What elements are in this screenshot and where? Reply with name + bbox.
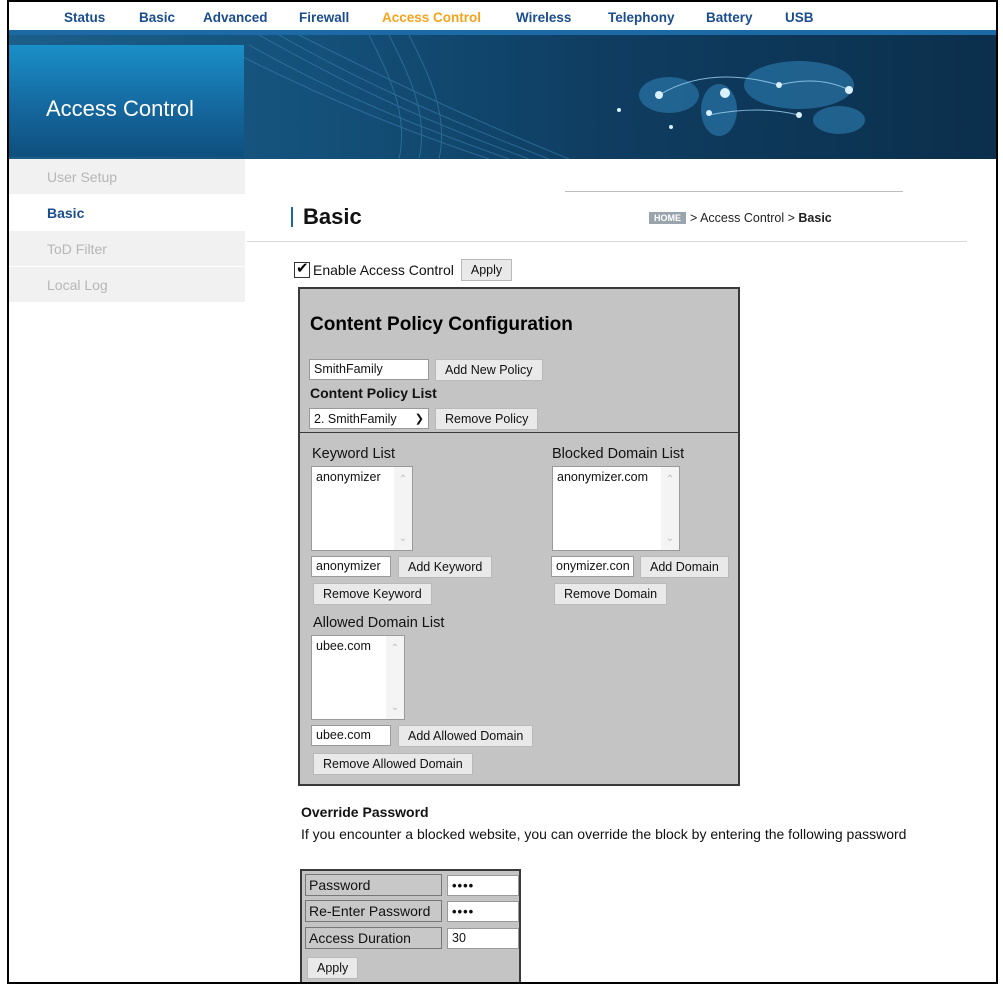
blocked-domain-input[interactable]: onymizer.con: [551, 556, 634, 577]
password-label: Password: [305, 874, 442, 896]
keyword-input[interactable]: anonymizer: [311, 556, 391, 577]
chevron-up-icon[interactable]: ⌃: [665, 475, 675, 485]
nav-basic[interactable]: Basic: [139, 10, 175, 25]
sidebar-item-user-setup[interactable]: User Setup: [9, 159, 245, 195]
sidebar: User Setup Basic ToD Filter Local Log: [9, 159, 245, 303]
allowed-domain-input[interactable]: ubee.com: [311, 725, 391, 746]
nav-wireless[interactable]: Wireless: [516, 10, 571, 25]
reenter-password-input[interactable]: ••••: [447, 901, 519, 922]
enable-access-control-checkbox[interactable]: [294, 259, 310, 278]
allowed-domain-list-label: Allowed Domain List: [313, 615, 445, 631]
home-icon[interactable]: HOME: [649, 212, 686, 224]
sidebar-item-basic[interactable]: Basic: [9, 195, 245, 231]
banner-title-box: Access Control: [9, 45, 244, 157]
remove-policy-button[interactable]: Remove Policy: [435, 408, 539, 430]
sidebar-item-local-log[interactable]: Local Log: [9, 267, 245, 303]
chevron-down-icon[interactable]: ⌄: [390, 703, 400, 713]
top-navigation: Status Basic Advanced Firewall Access Co…: [9, 2, 996, 35]
content-policy-select[interactable]: 2. SmithFamily ❯: [309, 408, 429, 429]
override-password-title: Override Password: [301, 804, 429, 820]
content-policy-title: Content Policy Configuration: [310, 314, 573, 335]
banner-title: Access Control: [46, 96, 194, 121]
page-frame: Status Basic Advanced Firewall Access Co…: [7, 0, 998, 984]
chevron-down-icon[interactable]: ⌄: [398, 534, 408, 544]
allowed-domain-listbox[interactable]: ubee.com ⌃ ⌄: [311, 635, 405, 720]
divider: [247, 241, 967, 242]
scrollbar[interactable]: ⌃ ⌄: [394, 467, 412, 550]
world-map-graphic: [239, 35, 865, 159]
new-policy-input[interactable]: SmithFamily: [309, 359, 429, 380]
header-banner: Access Control: [9, 35, 996, 159]
override-password-description: If you encounter a blocked website, you …: [301, 826, 907, 842]
nav-battery[interactable]: Battery: [706, 10, 753, 25]
scrollbar[interactable]: ⌃ ⌄: [386, 636, 404, 719]
keyword-list-label: Keyword List: [312, 446, 396, 462]
chevron-down-icon: ❯: [414, 413, 424, 425]
divider: [565, 191, 903, 192]
nav-status[interactable]: Status: [64, 10, 105, 25]
blocked-domain-list-label: Blocked Domain List: [552, 446, 685, 462]
add-new-policy-button[interactable]: Add New Policy: [435, 359, 543, 381]
password-input[interactable]: ••••: [447, 875, 519, 896]
nav-access-control[interactable]: Access Control: [382, 10, 481, 25]
blocked-domain-listbox[interactable]: anonymizer.com ⌃ ⌄: [552, 466, 680, 551]
enable-access-control-row: Enable Access Control Apply: [294, 259, 513, 281]
content-policy-list-label: Content Policy List: [310, 385, 437, 401]
breadcrumb: HOME > Access Control > Basic: [649, 211, 832, 225]
add-allowed-domain-button[interactable]: Add Allowed Domain: [398, 725, 534, 747]
nav-telephony[interactable]: Telephony: [608, 10, 675, 25]
list-item[interactable]: anonymizer.com: [557, 470, 675, 484]
remove-domain-button[interactable]: Remove Domain: [554, 583, 668, 605]
remove-keyword-button[interactable]: Remove Keyword: [313, 583, 432, 605]
chevron-up-icon[interactable]: ⌃: [398, 475, 408, 485]
scrollbar[interactable]: ⌃ ⌄: [661, 467, 679, 550]
keyword-listbox[interactable]: anonymizer ⌃ ⌄: [311, 466, 413, 551]
content-policy-selected: 2. SmithFamily: [314, 411, 397, 426]
override-apply-button[interactable]: Apply: [307, 957, 359, 979]
chevron-up-icon[interactable]: ⌃: [390, 644, 400, 654]
override-password-table: Password •••• Re-Enter Password •••• Acc…: [300, 869, 521, 982]
chevron-down-icon[interactable]: ⌄: [665, 534, 675, 544]
content-policy-panel: Content Policy Configuration SmithFamily…: [298, 287, 740, 434]
nav-firewall[interactable]: Firewall: [299, 10, 349, 25]
add-keyword-button[interactable]: Add Keyword: [398, 556, 493, 578]
title-accent-bar: [291, 207, 293, 227]
reenter-password-label: Re-Enter Password: [305, 900, 442, 922]
enable-access-control-label: Enable Access Control: [313, 262, 454, 278]
nav-advanced[interactable]: Advanced: [203, 10, 268, 25]
nav-usb[interactable]: USB: [785, 10, 814, 25]
apply-button[interactable]: Apply: [460, 259, 513, 281]
breadcrumb-current: Basic: [798, 211, 832, 225]
sidebar-item-tod-filter[interactable]: ToD Filter: [9, 231, 245, 267]
access-duration-label: Access Duration: [305, 927, 442, 949]
page-title: Basic: [303, 204, 362, 229]
access-duration-input[interactable]: 30: [447, 928, 519, 949]
remove-allowed-domain-button[interactable]: Remove Allowed Domain: [313, 753, 473, 775]
add-domain-button[interactable]: Add Domain: [640, 556, 729, 578]
policy-lists-panel: Keyword List anonymizer ⌃ ⌄ anonymizer A…: [298, 432, 740, 786]
breadcrumb-trail: > Access Control >: [690, 211, 799, 225]
